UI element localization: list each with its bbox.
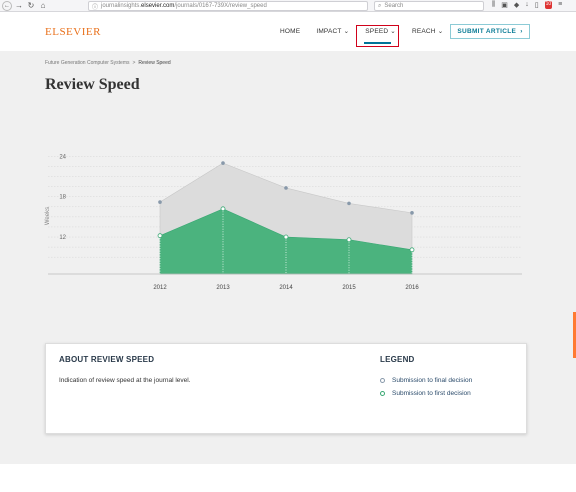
home-icon[interactable]: ⌂ xyxy=(38,1,48,11)
first-decision-point xyxy=(220,206,226,212)
final-decision-point xyxy=(158,200,162,204)
submit-article-label: SUBMIT ARTICLE xyxy=(457,28,517,35)
menu-icon[interactable]: ≡ xyxy=(558,1,562,9)
footer-strip xyxy=(0,464,576,492)
legend-marker-first xyxy=(380,391,385,396)
y-tick-label: 24 xyxy=(59,154,66,160)
final-decision-point xyxy=(221,161,225,165)
search-icon: ⌕ xyxy=(378,2,382,9)
site-header: ELSEVIER HOME IMPACT ⌄ SPEED ⌄ REACH ⌄ SUBM… xyxy=(0,13,576,51)
first-decision-point xyxy=(157,233,163,239)
nav-home[interactable]: HOME xyxy=(280,27,300,35)
chevron-down-icon: ⌄ xyxy=(437,28,444,35)
breadcrumb-journal-link[interactable]: Future Generation Computer Systems xyxy=(45,60,129,66)
y-tick-label: 12 xyxy=(59,235,66,241)
chevron-down-icon: ⌄ xyxy=(343,28,350,35)
browser-search-input[interactable]: ⌕ Search xyxy=(374,1,484,11)
breadcrumb-current: Review Speed xyxy=(138,60,171,66)
elsevier-logo[interactable]: ELSEVIER xyxy=(45,26,101,38)
reload-icon[interactable]: ↻ xyxy=(26,1,36,11)
x-tick-label: 2012 xyxy=(153,285,167,291)
main-section: Future Generation Computer Systems > Rev… xyxy=(0,51,576,464)
x-tick-label: 2014 xyxy=(279,285,293,291)
legend-label-first: Submission to first decision xyxy=(392,390,471,397)
first-decision-point xyxy=(283,234,289,240)
back-arrow-icon[interactable]: ← xyxy=(2,0,12,11)
url-prefix: journalinsights. xyxy=(101,3,142,9)
extension-badge[interactable]: 10 xyxy=(544,1,553,9)
final-decision-point xyxy=(347,201,351,206)
forward-arrow-icon[interactable]: → xyxy=(14,1,24,11)
legend-item-final-decision[interactable]: Submission to final decision xyxy=(380,377,472,384)
download-icon[interactable]: ↓ xyxy=(525,1,529,9)
about-text: Indication of review speed at the journa… xyxy=(59,377,191,384)
sidebar-icon[interactable]: ▯ xyxy=(535,1,539,9)
breadcrumb-separator: > xyxy=(132,60,136,66)
url-bar[interactable]: ⓘ journalinsights. elsevier.com/journals/… xyxy=(88,1,368,11)
page-title: Review Speed xyxy=(45,76,140,93)
legend-title: LEGEND xyxy=(380,355,415,364)
toolbar-icons: ⫼ ▣ ◆ ↓ ▯ 10 ≡ xyxy=(492,1,562,9)
nav-home-label: HOME xyxy=(280,27,301,35)
speed-active-underline xyxy=(364,42,391,44)
nav-impact[interactable]: IMPACT ⌄ xyxy=(316,27,350,36)
breadcrumb: Future Generation Computer Systems > Rev… xyxy=(45,60,171,66)
nav-reach[interactable]: REACH ⌄ xyxy=(411,27,444,36)
url-domain: elsevier.com xyxy=(141,3,175,9)
about-title: ABOUT REVIEW SPEED xyxy=(59,355,155,364)
chevron-right-icon: › xyxy=(520,28,523,35)
site-info-icon[interactable]: ⓘ xyxy=(92,2,98,11)
review-speed-chart: 12 18 24 Weeks 2012 2013 2014 2015 2016 xyxy=(45,154,522,291)
legend-marker-final xyxy=(380,378,385,383)
final-decision-point xyxy=(410,211,414,215)
search-placeholder: Search xyxy=(384,3,404,9)
pocket-icon[interactable]: ◆ xyxy=(514,1,519,9)
y-tick-label: 18 xyxy=(59,195,66,201)
x-tick-label: 2016 xyxy=(405,285,419,291)
about-review-speed-card: ABOUT REVIEW SPEED Indication of review … xyxy=(45,343,527,434)
first-decision-point xyxy=(346,237,352,243)
legend-item-first-decision[interactable]: Submission to first decision xyxy=(380,390,471,397)
x-tick-label: 2013 xyxy=(216,285,230,291)
x-tick-label: 2015 xyxy=(342,285,356,291)
submit-article-button[interactable]: SUBMIT ARTICLE › xyxy=(450,24,530,39)
sync-icon[interactable]: ▣ xyxy=(501,1,508,9)
library-icon[interactable]: ⫼ xyxy=(492,1,495,9)
url-path: /journals/0167-739X/review_speed xyxy=(174,3,267,9)
y-axis-label: Weeks xyxy=(45,207,51,225)
nav-impact-label: IMPACT xyxy=(316,27,342,35)
legend-label-final: Submission to final decision xyxy=(392,377,473,384)
final-decision-point xyxy=(284,186,288,190)
nav-reach-label: REACH xyxy=(411,27,436,35)
browser-toolbar: ← → ↻ ⌂ ⓘ journalinsights. elsevier.com/j… xyxy=(0,0,576,12)
first-decision-point xyxy=(409,247,415,253)
